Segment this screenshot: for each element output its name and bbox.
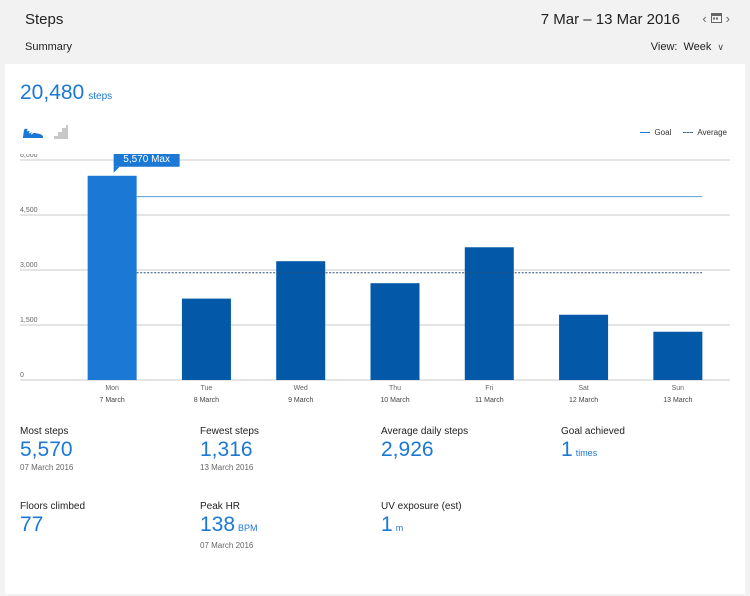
chart-bar <box>276 261 326 380</box>
legend-goal: Goal <box>640 128 671 137</box>
chart-legend: Goal Average <box>640 128 727 137</box>
shoe-icon[interactable] <box>22 126 44 140</box>
date-range: 7 Mar – 13 Mar 2016 <box>540 11 680 28</box>
legend-goal-label: Goal <box>654 128 672 137</box>
stat-date: 13 March 2016 <box>200 463 254 472</box>
chart-bar <box>87 175 137 380</box>
max-tooltip-label: 5,570 Max <box>123 154 170 165</box>
x-tick-day: Thu <box>389 385 401 392</box>
y-tick-label: 1,500 <box>20 317 38 324</box>
stat-date: 07 March 2016 <box>20 463 74 472</box>
x-tick-date: 9 March <box>288 397 313 404</box>
stat-peak-hr: Peak HR 138 BPM 07 March 2016 <box>200 501 380 550</box>
stat-number: 1 <box>561 438 573 461</box>
stat-date: 07 March 2016 <box>200 541 254 550</box>
chart-bar <box>181 298 231 380</box>
stat-unit: m <box>395 523 404 533</box>
max-tooltip: 5,570 Max <box>113 154 180 173</box>
view-label: View: <box>650 41 678 53</box>
stat-label: Fewest steps <box>200 426 259 437</box>
chevron-left-icon[interactable]: ‹ <box>702 11 706 26</box>
chart-bar <box>370 283 420 380</box>
page-title: Steps <box>25 11 64 28</box>
y-tick-label: 4,500 <box>20 207 38 214</box>
stat-uv-exposure: UV exposure (est) 1m <box>381 501 561 540</box>
y-tick-label: 6,000 <box>20 154 38 159</box>
stairs-icon[interactable] <box>53 124 69 140</box>
x-tick-date: 7 March <box>99 397 124 404</box>
total-steps-value: 20,480 <box>20 81 85 104</box>
summary-tab[interactable]: Summary <box>25 41 72 53</box>
legend-average-label: Average <box>697 128 727 137</box>
legend-average: Average <box>683 128 727 137</box>
stat-most-steps: Most steps 5,570 07 March 2016 <box>20 426 200 472</box>
stat-value: 2,926 <box>381 438 434 461</box>
x-tick-date: 12 March <box>569 397 598 404</box>
chevron-right-icon[interactable]: › <box>726 11 730 26</box>
x-tick-date: 13 March <box>663 397 692 404</box>
stat-goal-achieved: Goal achieved 1 times <box>561 426 741 465</box>
chevron-down-icon: ∨ <box>717 42 724 52</box>
total-steps-unit: steps <box>88 91 113 102</box>
stat-average-daily: Average daily steps 2,926 <box>381 426 561 462</box>
date-nav: ‹ › <box>702 11 730 26</box>
stat-fewest-steps: Fewest steps 1,316 13 March 2016 <box>200 426 380 472</box>
summary-card: 20,480 steps Goal Average 0 1,500 3,000 4,50… <box>5 64 745 594</box>
stat-label: Average daily steps <box>381 426 469 437</box>
y-tick-label: 3,000 <box>20 262 38 269</box>
stat-label: Most steps <box>20 426 69 437</box>
stat-number: 1 <box>381 513 393 536</box>
x-tick-date: 11 March <box>475 397 504 404</box>
stat-value: 1 times <box>561 438 741 465</box>
calendar-icon[interactable] <box>710 11 722 26</box>
stat-label: UV exposure (est) <box>381 501 462 512</box>
stat-value: 5,570 <box>20 438 73 461</box>
view-selector[interactable]: View: Week ∨ <box>651 41 724 53</box>
stat-label: Goal achieved <box>561 426 625 437</box>
stat-value: 1,316 <box>200 438 253 461</box>
goal-swatch <box>640 132 651 133</box>
x-tick-date: 10 March <box>380 397 409 404</box>
stat-value: 1m <box>381 513 561 540</box>
x-tick-day: Mon <box>105 385 119 392</box>
chart-bar <box>464 247 514 380</box>
x-tick-day: Sat <box>578 385 589 392</box>
stat-floors-climbed: Floors climbed 77 <box>20 501 200 537</box>
chart-bar <box>653 331 703 380</box>
view-value: Week <box>683 41 712 53</box>
x-tick-day: Fri <box>485 385 494 392</box>
top-bar: Steps 7 Mar – 13 Mar 2016 ‹ › Summary Vi… <box>0 0 750 64</box>
steps-chart: 0 1,500 3,000 4,500 6,000 Mon 7 March Tue 8 Marc… <box>20 154 730 404</box>
stat-value: 77 <box>20 513 44 536</box>
average-swatch <box>683 132 694 133</box>
x-tick-day: Wed <box>294 385 308 392</box>
stat-label: Floors climbed <box>20 501 86 512</box>
stat-unit: times <box>575 448 598 458</box>
chart-bar <box>559 314 609 380</box>
stat-unit: BPM <box>238 523 258 533</box>
stat-number: 138 <box>200 513 236 536</box>
x-tick-day: Tue <box>201 385 213 392</box>
max-tooltip-pointer <box>113 166 120 173</box>
y-tick-label: 0 <box>20 372 24 379</box>
x-tick-date: 8 March <box>194 397 219 404</box>
stat-label: Peak HR <box>200 501 241 512</box>
total-steps: 20,480 steps <box>20 81 112 105</box>
stat-value: 138 BPM <box>200 513 380 540</box>
x-tick-day: Sun <box>672 385 685 392</box>
